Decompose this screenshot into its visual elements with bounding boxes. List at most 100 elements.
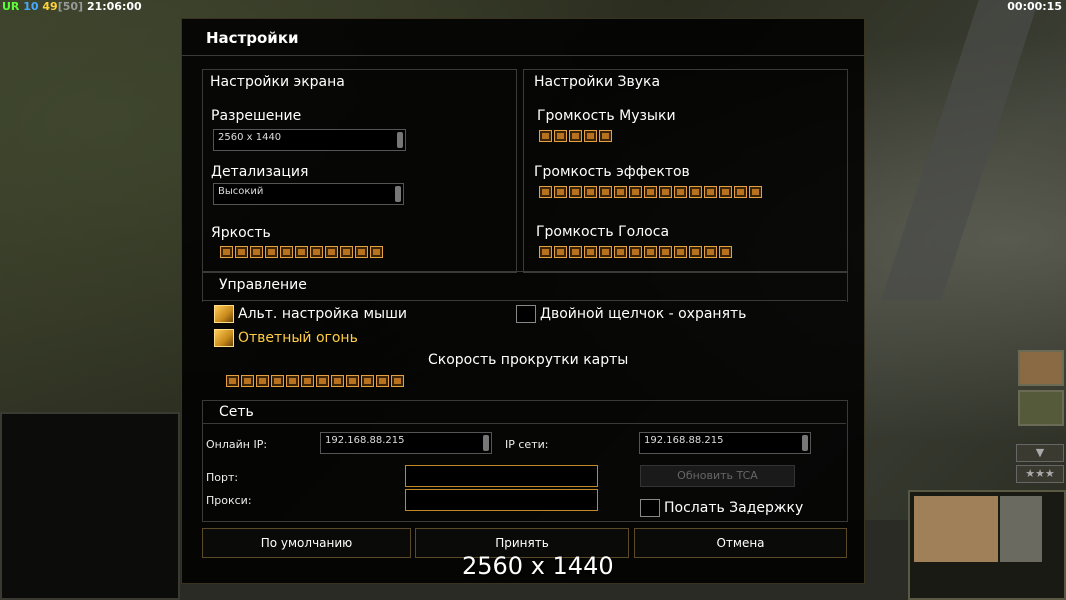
scroll-speed-slider[interactable] — [226, 375, 404, 387]
slider-segment[interactable] — [370, 246, 383, 258]
alt-mouse-checkbox[interactable] — [214, 305, 234, 323]
slider-segment[interactable] — [674, 186, 687, 198]
slider-segment[interactable] — [734, 186, 747, 198]
return-fire-label: Ответный огонь — [238, 330, 358, 346]
slider-segment[interactable] — [659, 186, 672, 198]
detail-select[interactable]: Высокий — [213, 183, 404, 205]
slider-segment[interactable] — [325, 246, 338, 258]
slider-segment[interactable] — [629, 246, 642, 258]
slider-segment[interactable] — [644, 186, 657, 198]
slider-segment[interactable] — [749, 186, 762, 198]
slider-segment[interactable] — [346, 375, 359, 387]
slider-segment[interactable] — [704, 186, 717, 198]
slider-segment[interactable] — [569, 246, 582, 258]
network-divider — [202, 423, 846, 424]
unit-portrait[interactable] — [914, 496, 998, 562]
send-delay-label: Послать Задержку — [664, 500, 804, 516]
scroll-speed-label: Скорость прокрутки карты — [428, 352, 629, 368]
port-label: Порт: — [206, 471, 239, 484]
slider-segment[interactable] — [554, 246, 567, 258]
slider-segment[interactable] — [569, 130, 582, 142]
slider-segment[interactable] — [316, 375, 329, 387]
resolution-select[interactable]: 2560 x 1440 — [213, 129, 406, 151]
stars-icon[interactable]: ★★★ — [1016, 465, 1064, 483]
slider-segment[interactable] — [376, 375, 389, 387]
slider-segment[interactable] — [539, 130, 552, 142]
slider-segment[interactable] — [340, 246, 353, 258]
slider-segment[interactable] — [361, 375, 374, 387]
online-ip-select[interactable]: 192.168.88.215 — [320, 432, 492, 454]
brightness-label: Яркость — [211, 225, 271, 241]
slider-segment[interactable] — [584, 130, 597, 142]
hud-tag: UR — [2, 0, 20, 13]
update-tca-button[interactable]: Обновить TCA — [640, 465, 795, 487]
slider-segment[interactable] — [220, 246, 233, 258]
slider-segment[interactable] — [614, 246, 627, 258]
unit-portrait-secondary[interactable] — [1000, 496, 1042, 562]
slider-segment[interactable] — [391, 375, 404, 387]
voice-volume-label: Громкость Голоса — [536, 224, 670, 240]
slider-segment[interactable] — [310, 246, 323, 258]
slider-segment[interactable] — [250, 246, 263, 258]
chevron-down-icon[interactable]: ▼ — [1016, 444, 1064, 462]
hud-clock: 21:06:00 — [86, 0, 142, 13]
slider-segment[interactable] — [659, 246, 672, 258]
slider-segment[interactable] — [265, 246, 278, 258]
slider-segment[interactable] — [719, 186, 732, 198]
slider-segment[interactable] — [295, 246, 308, 258]
slider-segment[interactable] — [554, 130, 567, 142]
slider-segment[interactable] — [256, 375, 269, 387]
slider-segment[interactable] — [584, 246, 597, 258]
slider-segment[interactable] — [235, 246, 248, 258]
hud-num3: [50] — [57, 0, 84, 13]
slider-segment[interactable] — [539, 186, 552, 198]
slider-segment[interactable] — [704, 246, 717, 258]
slider-segment[interactable] — [301, 375, 314, 387]
slider-segment[interactable] — [286, 375, 299, 387]
lan-ip-select[interactable]: 192.168.88.215 — [639, 432, 811, 454]
double-click-label: Двойной щелчок - охранять — [540, 306, 747, 322]
slider-segment[interactable] — [584, 186, 597, 198]
resolution-value: 2560 x 1440 — [218, 132, 282, 143]
slider-segment[interactable] — [719, 246, 732, 258]
send-delay-checkbox[interactable] — [640, 499, 660, 517]
cancel-button[interactable]: Отмена — [634, 528, 847, 558]
scroll-arrow-icon[interactable] — [483, 435, 489, 451]
slider-segment[interactable] — [569, 186, 582, 198]
return-fire-checkbox[interactable] — [214, 329, 234, 347]
slider-segment[interactable] — [599, 246, 612, 258]
scroll-arrow-icon[interactable] — [397, 132, 403, 148]
slider-segment[interactable] — [689, 246, 702, 258]
voice-volume-slider[interactable] — [539, 246, 732, 258]
brightness-slider[interactable] — [220, 246, 383, 258]
slider-segment[interactable] — [271, 375, 284, 387]
scroll-arrow-icon[interactable] — [395, 186, 401, 202]
slider-segment[interactable] — [241, 375, 254, 387]
slider-segment[interactable] — [539, 246, 552, 258]
slider-segment[interactable] — [674, 246, 687, 258]
slider-segment[interactable] — [599, 186, 612, 198]
slider-segment[interactable] — [355, 246, 368, 258]
proxy-input[interactable] — [405, 489, 598, 511]
slider-segment[interactable] — [614, 186, 627, 198]
lan-ip-value: 192.168.88.215 — [644, 435, 724, 446]
slider-segment[interactable] — [689, 186, 702, 198]
defaults-button[interactable]: По умолчанию — [202, 528, 411, 558]
port-input[interactable] — [405, 465, 598, 487]
slider-segment[interactable] — [644, 246, 657, 258]
minimap[interactable] — [0, 412, 180, 600]
slider-segment[interactable] — [226, 375, 239, 387]
music-volume-label: Громкость Музыки — [537, 108, 676, 124]
slider-segment[interactable] — [331, 375, 344, 387]
general-portrait[interactable] — [1018, 350, 1064, 386]
detail-value: Высокий — [218, 186, 264, 197]
slider-segment[interactable] — [280, 246, 293, 258]
music-volume-slider[interactable] — [539, 130, 612, 142]
slider-segment[interactable] — [629, 186, 642, 198]
effects-volume-slider[interactable] — [539, 186, 762, 198]
scroll-arrow-icon[interactable] — [802, 435, 808, 451]
general-rank-badge[interactable] — [1018, 390, 1064, 426]
double-click-checkbox[interactable] — [516, 305, 536, 323]
slider-segment[interactable] — [554, 186, 567, 198]
slider-segment[interactable] — [599, 130, 612, 142]
